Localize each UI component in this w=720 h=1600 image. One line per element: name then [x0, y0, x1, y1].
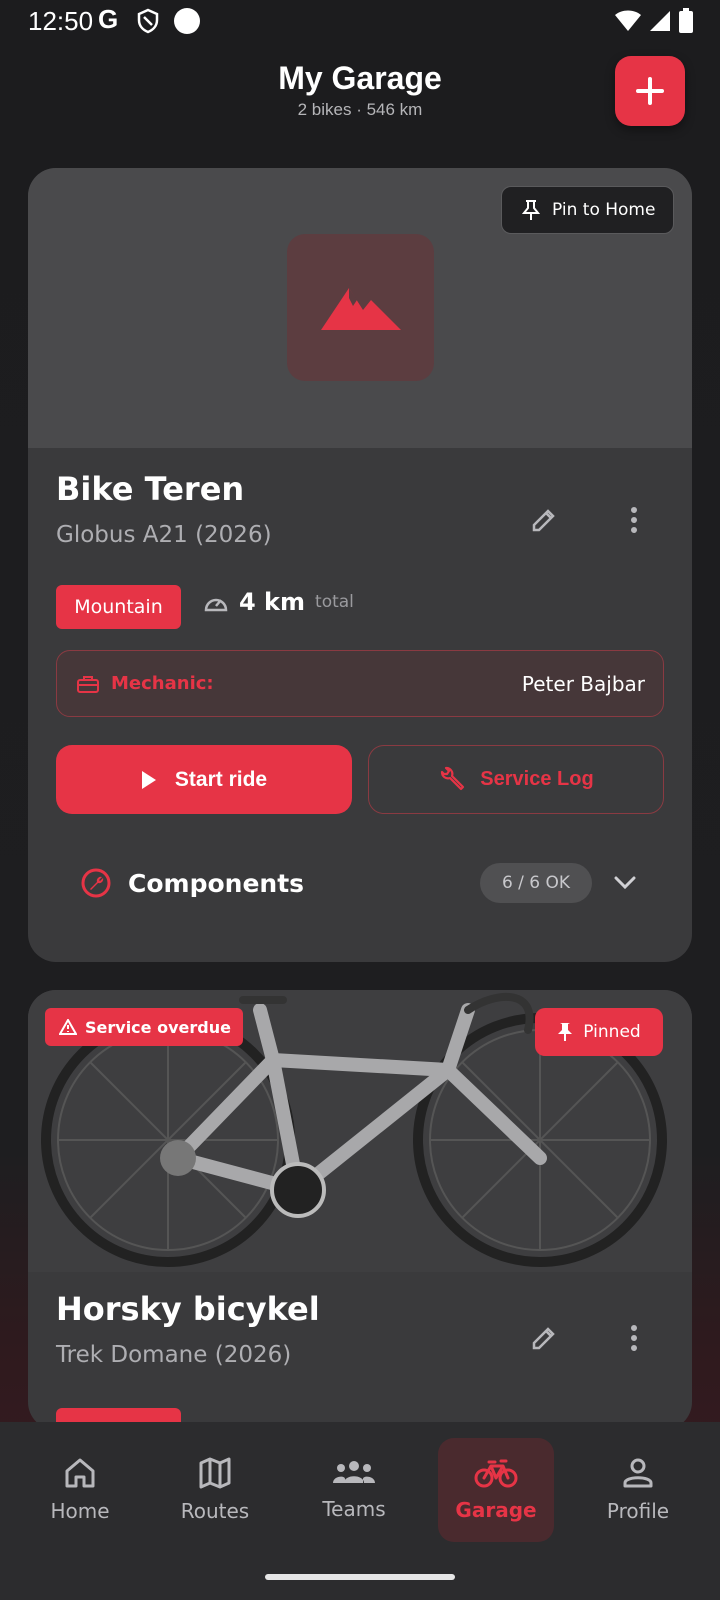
warning-icon: [59, 1019, 77, 1035]
components-label: Components: [128, 868, 305, 898]
status-bar: 12:50 G: [0, 0, 720, 44]
more-options-icon[interactable]: [616, 498, 652, 542]
service-overdue-badge: Service overdue: [45, 1008, 243, 1046]
mechanic-row[interactable]: Mechanic: Peter Bajbar: [56, 650, 664, 717]
more-options-icon[interactable]: [616, 1316, 652, 1360]
bike-icon: [474, 1459, 518, 1488]
bike-name: Bike Teren: [56, 470, 245, 508]
nav-garage[interactable]: Garage: [438, 1438, 554, 1542]
mountain-icon: [287, 234, 434, 381]
nav-teams-label: Teams: [322, 1497, 386, 1521]
plus-icon: [636, 77, 664, 105]
map-icon: [199, 1457, 231, 1489]
add-bike-button[interactable]: [615, 56, 685, 126]
nav-garage-label: Garage: [455, 1498, 537, 1522]
status-icons: [614, 8, 694, 34]
bike-card[interactable]: Service overdue Pinned Horsky bicykel Tr…: [28, 990, 692, 1430]
bike-hero: Pin to Home: [28, 168, 692, 448]
nav-profile[interactable]: Profile: [580, 1438, 696, 1542]
pinned-label: Pinned: [583, 1022, 641, 1042]
home-indicator[interactable]: [265, 1574, 455, 1580]
status-time: 12:50: [28, 6, 94, 36]
person-icon: [623, 1458, 653, 1488]
bike-name: Horsky bicykel: [56, 1290, 320, 1328]
group-icon: [333, 1461, 375, 1483]
edit-icon[interactable]: [522, 1316, 566, 1360]
start-ride-button[interactable]: Start ride: [56, 745, 352, 814]
service-log-button[interactable]: Service Log: [368, 745, 664, 814]
nav-teams[interactable]: Teams: [296, 1438, 412, 1542]
service-overdue-label: Service overdue: [85, 1017, 231, 1037]
distance-suffix: total: [315, 592, 354, 612]
edit-icon[interactable]: [522, 498, 566, 542]
bike-model: Trek Domane (2026): [56, 1342, 292, 1368]
mechanic-name: Peter Bajbar: [521, 671, 645, 696]
play-icon: [141, 770, 156, 789]
bike-card[interactable]: Pin to Home Bike Teren Globus A21 (2026)…: [28, 168, 692, 962]
toolbox-icon: [77, 675, 99, 693]
shield-icon: [136, 8, 160, 38]
odometer: 4 km total: [203, 588, 354, 616]
google-icon: G: [98, 4, 119, 34]
components-icon: [81, 868, 111, 898]
start-ride-label: Start ride: [174, 767, 268, 791]
signal-icon: [650, 11, 670, 31]
pin-icon: [522, 200, 540, 220]
mechanic-label: Mechanic:: [111, 673, 214, 694]
page-subtitle: 2 bikes · 546 km: [297, 100, 423, 119]
bike-type-badge: Mountain: [56, 585, 181, 629]
page-title: My Garage: [278, 60, 442, 96]
pinned-button[interactable]: Pinned: [535, 1008, 663, 1056]
bike-model: Globus A21 (2026): [56, 522, 272, 548]
nav-routes-label: Routes: [180, 1499, 250, 1523]
pin-icon: [558, 1023, 573, 1041]
chevron-down-icon[interactable]: [610, 876, 640, 890]
battery-icon: [679, 8, 693, 33]
pin-label: Pin to Home: [552, 200, 656, 220]
service-log-label: Service Log: [480, 768, 594, 790]
pin-to-home-button[interactable]: Pin to Home: [501, 186, 674, 234]
wifi-icon: [615, 10, 641, 31]
nav-home-label: Home: [50, 1499, 110, 1523]
nav-profile-label: Profile: [606, 1499, 670, 1523]
home-icon: [65, 1458, 95, 1488]
notification-dot-icon: [174, 8, 200, 34]
components-status-badge: 6 / 6 OK: [480, 863, 592, 903]
distance-value: 4 km: [239, 588, 306, 616]
speedometer-icon: [204, 598, 228, 612]
nav-routes[interactable]: Routes: [157, 1438, 273, 1542]
components-toggle[interactable]: Components 6 / 6 OK: [80, 848, 640, 918]
wrench-icon: [441, 766, 465, 790]
nav-home[interactable]: Home: [22, 1438, 138, 1542]
